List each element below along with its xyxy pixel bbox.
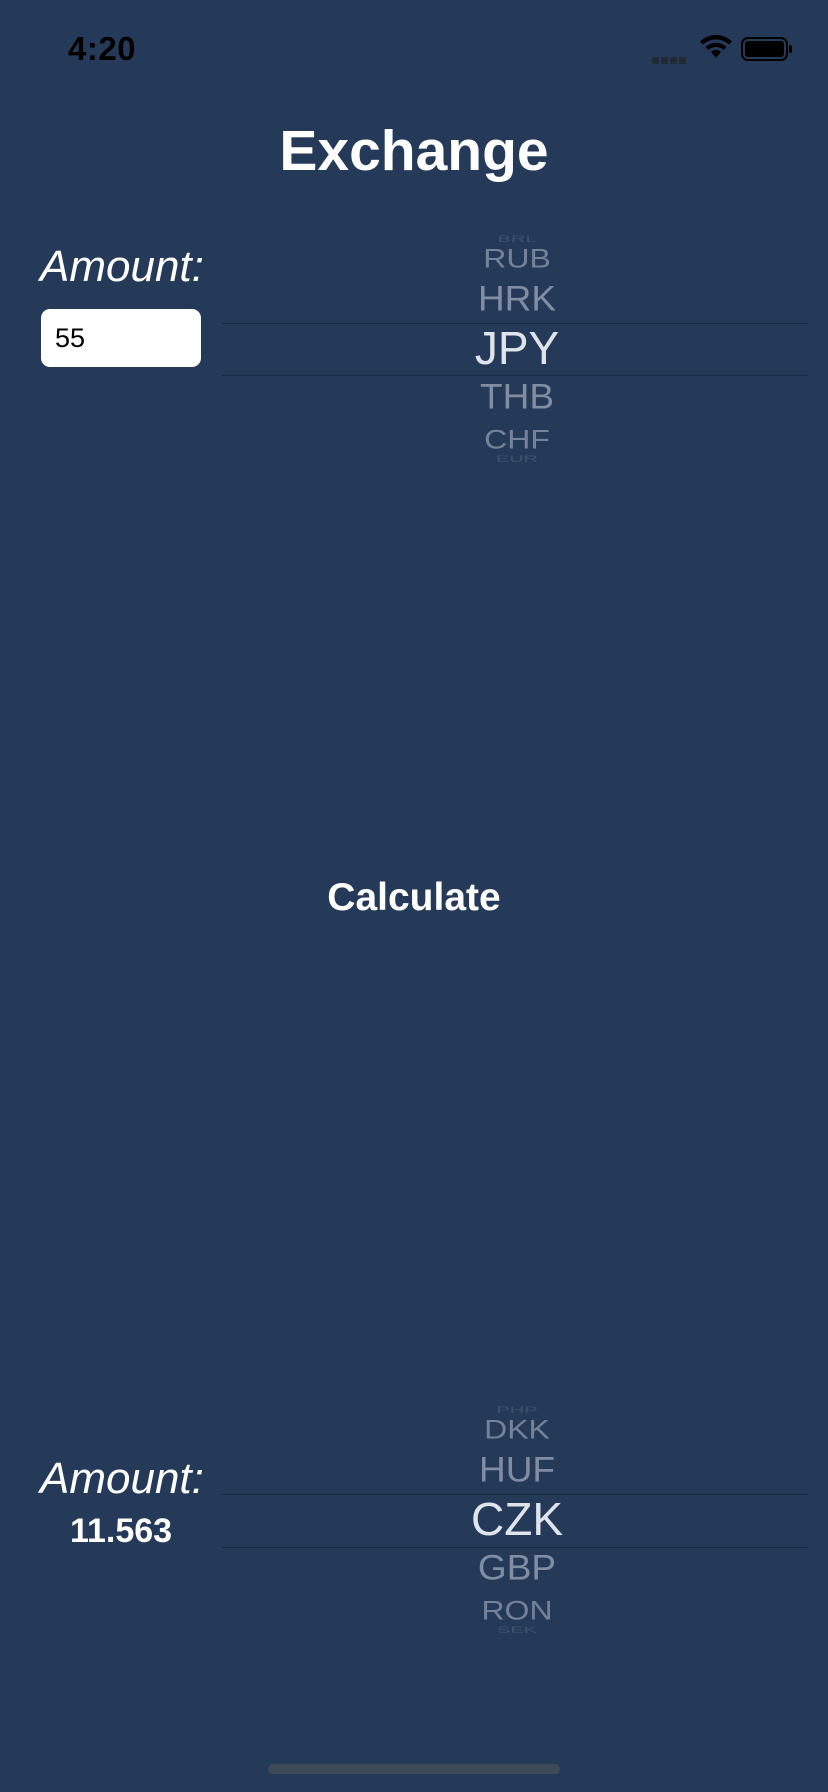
picker-selection-line-bottom bbox=[222, 375, 808, 376]
picker-item[interactable]: THB bbox=[222, 377, 812, 417]
picker-item[interactable]: HUF bbox=[222, 1450, 812, 1490]
status-bar: 4:20 bbox=[0, 0, 828, 100]
picker-item[interactable]: EUR bbox=[222, 454, 812, 464]
to-amount-label: Amount: bbox=[40, 1454, 204, 1503]
page-title: Exchange bbox=[279, 119, 549, 183]
calculate-button[interactable]: Calculate bbox=[264, 868, 564, 928]
picker-item[interactable]: CHF bbox=[222, 424, 812, 455]
to-currency-picker[interactable]: PHP DKK HUF CZK GBP RON SEK bbox=[222, 1386, 808, 1656]
picker-item-selected[interactable]: CZK bbox=[222, 1492, 812, 1546]
picker-item[interactable]: HRK bbox=[222, 279, 812, 319]
battery-icon bbox=[741, 37, 792, 61]
home-indicator bbox=[268, 1764, 560, 1774]
picker-item[interactable]: DKK bbox=[222, 1414, 812, 1445]
picker-item[interactable]: SEK bbox=[222, 1625, 812, 1635]
cellular-signal-icon bbox=[652, 51, 692, 64]
from-amount-input[interactable] bbox=[41, 309, 201, 367]
picker-item[interactable]: RON bbox=[222, 1595, 812, 1626]
from-currency-picker[interactable]: BRL RUB HRK JPY THB CHF EUR bbox=[222, 228, 808, 468]
picker-item-selected[interactable]: JPY bbox=[222, 321, 812, 375]
from-amount-label: Amount: bbox=[40, 242, 204, 291]
picker-item[interactable]: GBP bbox=[222, 1548, 812, 1588]
result-value: 11.563 bbox=[69, 1512, 173, 1550]
wifi-icon bbox=[700, 35, 732, 58]
status-time: 4:20 bbox=[68, 30, 137, 67]
picker-item[interactable]: RUB bbox=[222, 243, 812, 274]
